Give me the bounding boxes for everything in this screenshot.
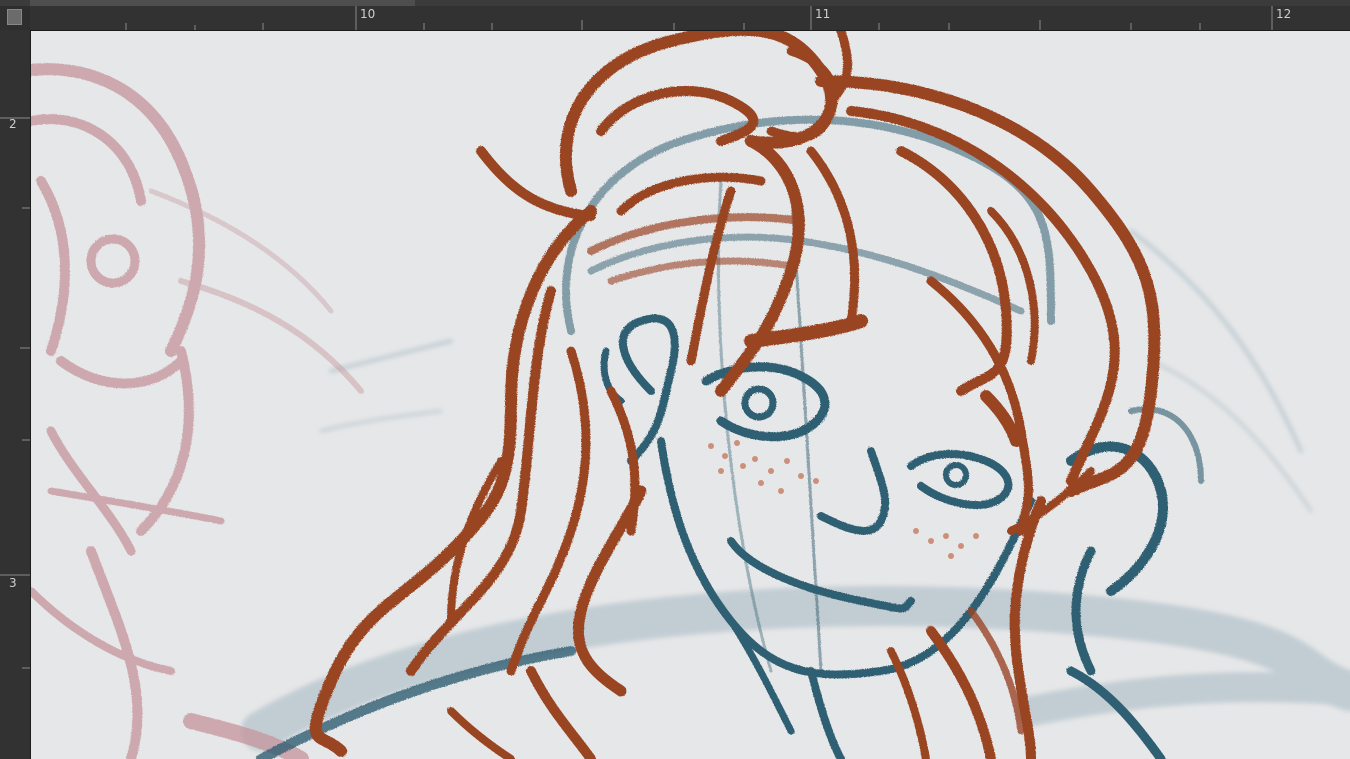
ruler-label-3: 3: [9, 576, 17, 590]
drawing-app-window: 10 11 12 2 3: [0, 0, 1350, 759]
horizontal-ruler-ticks: [125, 6, 1273, 30]
ruler-label-11: 11: [815, 7, 831, 21]
sketch-artwork: [31, 31, 1350, 759]
ruler-label-10: 10: [360, 7, 376, 21]
pink-sketch-layer: [31, 63, 364, 759]
vertical-ruler[interactable]: 2 3: [0, 30, 31, 759]
vertical-ruler-ticks: [0, 117, 30, 669]
ruler-label-12: 12: [1276, 7, 1292, 21]
ruler-origin-box[interactable]: [7, 9, 22, 25]
ruler-label-2: 2: [9, 117, 17, 131]
ruler-corner[interactable]: [0, 6, 30, 30]
drawing-canvas[interactable]: [31, 31, 1350, 759]
horizontal-ruler[interactable]: 10 11 12: [30, 6, 1350, 31]
